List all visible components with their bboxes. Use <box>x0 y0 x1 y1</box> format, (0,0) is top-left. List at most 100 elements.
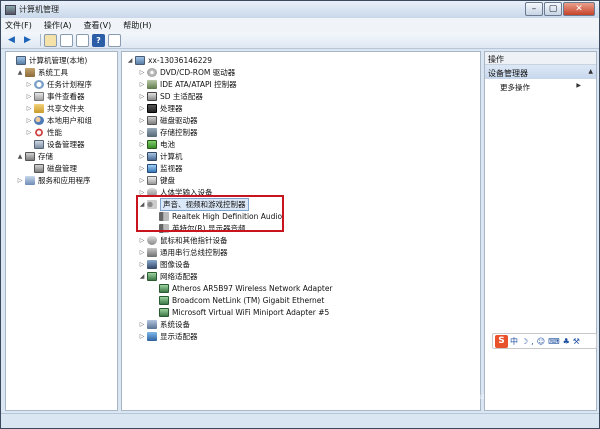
nav-tree-item[interactable]: ▷ 本地用户和组 <box>25 114 92 126</box>
expand-toggle-icon[interactable]: ▷ <box>138 177 146 184</box>
expand-toggle-icon[interactable]: ▷ <box>138 105 146 112</box>
network-adapter-icon <box>159 283 169 293</box>
menu-file[interactable]: 文件(F) <box>5 20 32 31</box>
device-tree-item[interactable]: ▷ SD 主适配器 <box>138 90 203 102</box>
device-tree-item[interactable]: ▷ 处理器 <box>138 102 183 114</box>
device-tree-item[interactable]: ▷ 磁盘驱动器 <box>138 114 198 126</box>
punctuation-icon[interactable]: , <box>531 337 534 346</box>
expand-toggle-icon[interactable]: ▷ <box>25 117 33 124</box>
help-icon[interactable]: ? <box>92 33 105 47</box>
device-tree-item[interactable]: ▷ 鼠标和其他指针设备 <box>138 234 228 246</box>
expand-toggle-icon[interactable]: ▷ <box>138 333 146 340</box>
menu-view[interactable]: 查看(V) <box>84 20 112 31</box>
title-bar: 计算机管理 – ▢ ✕ <box>1 1 599 18</box>
expand-toggle-icon[interactable]: ▷ <box>138 165 146 172</box>
scan-hardware-icon[interactable] <box>108 33 121 47</box>
up-folder-icon[interactable] <box>44 33 57 47</box>
expand-toggle-icon[interactable]: ▷ <box>138 93 146 100</box>
expand-toggle-icon[interactable]: ▷ <box>25 81 33 88</box>
nav-tree-item[interactable]: ▷ 事件查看器 <box>25 90 85 102</box>
device-tree-item[interactable]: ▷ 监视器 <box>138 162 183 174</box>
device-tree-item[interactable]: ▷ DVD/CD-ROM 驱动器 <box>138 66 235 78</box>
disk-management-icon <box>34 163 44 173</box>
menu-action[interactable]: 操作(A) <box>44 20 72 31</box>
expand-toggle-icon[interactable]: ▷ <box>138 69 146 76</box>
nav-tree-item[interactable]: ▷ 任务计划程序 <box>25 78 92 90</box>
event-viewer-icon <box>34 91 44 101</box>
device-tree-item[interactable]: ▷ 通用串行总线控制器 <box>138 246 228 258</box>
emoji-icon[interactable]: ☺ <box>537 337 545 346</box>
device-tree-item[interactable]: ▷ 图像设备 <box>138 258 190 270</box>
device-tree-item[interactable]: ▷ 计算机 <box>138 150 183 162</box>
menu-help[interactable]: 帮助(H) <box>123 20 151 31</box>
expand-toggle-icon[interactable]: ▷ <box>25 93 33 100</box>
forward-arrow-icon[interactable]: ▶ <box>21 34 34 47</box>
maximize-button[interactable]: ▢ <box>544 2 562 16</box>
device-tree-item-label: 网络适配器 <box>160 271 198 281</box>
nav-tree-item[interactable]: ▷ 服务和应用程序 <box>16 174 91 186</box>
device-tree-item[interactable]: Atheros AR5B97 Wireless Network Adapter <box>150 282 333 294</box>
expand-toggle-icon[interactable]: ▷ <box>138 81 146 88</box>
services-icon <box>25 175 35 185</box>
tree-root-label: xx-13036146229 <box>148 55 213 65</box>
device-tree-item-label: IDE ATA/ATAPI 控制器 <box>160 79 237 89</box>
ide-icon <box>147 79 157 89</box>
skin-icon[interactable]: ♣ <box>563 337 570 346</box>
expand-toggle-icon[interactable]: ▷ <box>25 105 33 112</box>
computer-management-window: 计算机管理 – ▢ ✕ 文件(F) 操作(A) 查看(V) 帮助(H) ◀ ▶ … <box>0 0 600 429</box>
nav-tree-item[interactable]: ▲ 系统工具 <box>16 66 68 78</box>
moon-icon[interactable]: ☽ <box>521 337 528 346</box>
device-tree-item[interactable]: ▷ 显示适配器 <box>138 330 198 342</box>
expand-toggle-icon[interactable]: ▷ <box>138 237 146 244</box>
device-tree-item[interactable]: ▷ 电池 <box>138 138 175 150</box>
more-actions-item[interactable]: 更多操作 ▶ <box>485 81 596 93</box>
ime-toolbar[interactable]: S 中 ☽ , ☺ ⌨ ♣ ⚒ <box>492 333 597 349</box>
expand-toggle-icon[interactable]: ▷ <box>138 129 146 136</box>
expand-toggle-icon[interactable]: ▷ <box>138 261 146 268</box>
device-tree-item[interactable]: ▷ IDE ATA/ATAPI 控制器 <box>138 78 237 90</box>
nav-tree-item-label: 本地用户和组 <box>47 115 92 125</box>
device-tree-item-label: 系统设备 <box>160 319 190 329</box>
device-tree-item[interactable]: ◢ 网络适配器 <box>138 270 198 282</box>
nav-tree-item[interactable]: ▲ 存储 <box>16 150 53 162</box>
expand-toggle-icon[interactable]: ▷ <box>138 321 146 328</box>
expand-toggle-icon[interactable]: ▷ <box>138 249 146 256</box>
expand-toggle-icon[interactable]: ◢ <box>138 273 146 280</box>
expand-toggle-icon[interactable]: ▲ <box>16 69 24 76</box>
nav-tree-item[interactable]: ▷ 共享文件夹 <box>25 102 85 114</box>
device-tree-item[interactable]: ▷ 键盘 <box>138 174 175 186</box>
device-tree-item-label: 处理器 <box>160 103 183 113</box>
properties-icon[interactable] <box>76 33 89 47</box>
sogou-logo-icon: S <box>495 334 508 348</box>
expand-toggle-icon[interactable]: ▲ <box>16 153 24 160</box>
expand-toggle-icon[interactable]: ▷ <box>16 177 24 184</box>
expand-toggle-icon[interactable]: ▷ <box>138 153 146 160</box>
tools-icon[interactable]: ⚒ <box>573 337 580 346</box>
device-tree-item-label: DVD/CD-ROM 驱动器 <box>160 67 236 77</box>
expand-toggle-icon[interactable]: ▷ <box>138 117 146 124</box>
expand-toggle-icon[interactable]: ▷ <box>25 129 33 136</box>
back-arrow-icon[interactable]: ◀ <box>5 34 18 47</box>
expand-toggle-icon[interactable]: ▷ <box>138 141 146 148</box>
actions-section-label: 设备管理器 <box>488 69 528 78</box>
nav-tree-item[interactable]: ▷ 性能 <box>25 126 62 138</box>
keyboard-icon[interactable]: ⌨ <box>548 337 560 346</box>
nav-tree-item-label: 磁盘管理 <box>47 163 77 173</box>
nav-tree-item[interactable]: 设备管理器 <box>25 138 85 150</box>
minimize-button[interactable]: – <box>525 2 543 16</box>
users-icon <box>34 115 44 125</box>
device-tree-item[interactable]: ▷ 系统设备 <box>138 318 190 330</box>
show-hide-tree-icon[interactable] <box>60 33 73 47</box>
nav-tree-item[interactable]: 磁盘管理 <box>25 162 77 174</box>
computer-icon <box>135 55 145 65</box>
tree-root[interactable]: ◢ xx-13036146229 <box>126 54 212 66</box>
nav-tree-item[interactable]: 计算机管理(本地) <box>7 54 87 66</box>
actions-section-device-manager[interactable]: 设备管理器 ▲ <box>485 65 596 79</box>
device-tree-item-label: Broadcom NetLink (TM) Gigabit Ethernet <box>172 295 325 305</box>
ime-mode[interactable]: 中 <box>510 336 518 347</box>
device-tree-item[interactable]: Microsoft Virtual WiFi Miniport Adapter … <box>150 306 329 318</box>
close-button[interactable]: ✕ <box>563 2 595 16</box>
device-tree-item[interactable]: Broadcom NetLink (TM) Gigabit Ethernet <box>150 294 324 306</box>
device-tree-item-label: 显示适配器 <box>160 331 198 341</box>
device-tree-item[interactable]: ▷ 存储控制器 <box>138 126 198 138</box>
